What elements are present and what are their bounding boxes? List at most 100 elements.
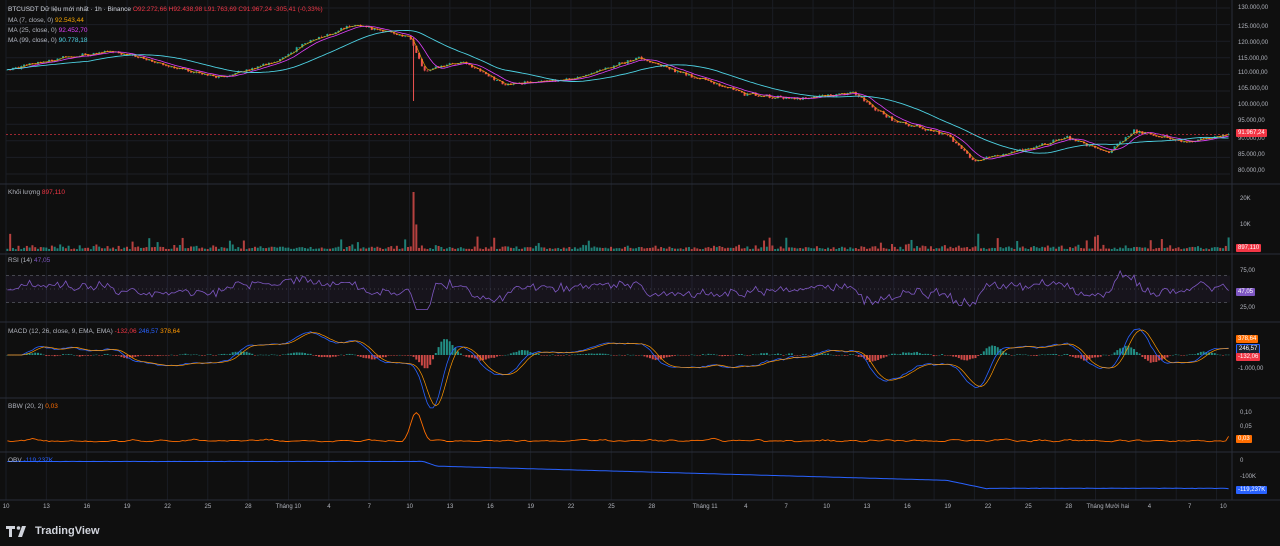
- macd-histogram-bar: [1010, 355, 1013, 356]
- volume-bar: [846, 249, 849, 251]
- volume-bar: [941, 246, 944, 251]
- macd-histogram-bar: [916, 351, 919, 355]
- volume-bar: [493, 237, 496, 251]
- volume-bar: [242, 240, 245, 251]
- macd-histogram-bar: [1188, 354, 1191, 355]
- volume-bar: [916, 246, 919, 251]
- macd-histogram-bar: [1222, 355, 1225, 356]
- volume-bar: [654, 245, 657, 251]
- macd-legend[interactable]: MACD (12, 26, close, 9, EMA, EMA) -132,0…: [8, 327, 180, 336]
- macd-histogram-bar: [445, 339, 448, 355]
- macd-hist-tag: -132,06: [1236, 353, 1261, 361]
- volume-bar: [512, 248, 515, 251]
- volume-bar: [504, 246, 507, 251]
- volume-bar: [640, 247, 643, 251]
- volume-bar: [1049, 247, 1052, 251]
- time-axis-label: 16: [903, 504, 911, 510]
- volume-bar: [938, 248, 941, 251]
- volume-bar: [860, 246, 863, 251]
- volume-bar: [87, 247, 90, 251]
- macd-histogram-bar: [1219, 354, 1222, 356]
- volume-bar: [167, 248, 170, 251]
- ma99-legend[interactable]: MA (99, close, 0) 90.778,18: [8, 36, 88, 45]
- macd-histogram-bar: [746, 355, 749, 356]
- macd-histogram-bar: [270, 354, 273, 355]
- macd-histogram-bar: [929, 354, 932, 355]
- volume-bar: [877, 248, 880, 251]
- volume-bar: [142, 247, 145, 251]
- volume-bar: [75, 249, 78, 251]
- macd-histogram-bar: [749, 355, 752, 356]
- macd-histogram-bar: [448, 341, 451, 355]
- volume-bar: [348, 246, 351, 251]
- time-axis-label: 22: [567, 504, 575, 510]
- candle-body: [721, 86, 724, 88]
- macd-histogram-bar: [971, 355, 974, 359]
- volume-bar: [95, 244, 98, 251]
- macd-histogram-bar: [763, 353, 766, 355]
- volume-bar: [342, 249, 345, 251]
- volume-bar: [17, 245, 20, 251]
- ma7-legend[interactable]: MA (7, close, 0) 92.543,44: [8, 16, 84, 25]
- volume-bar: [281, 246, 284, 251]
- macd-histogram-bar: [139, 355, 142, 356]
- volume-bar: [473, 246, 476, 251]
- macd-histogram-bar: [824, 353, 827, 355]
- volume-bar: [763, 240, 766, 251]
- time-axis-label: 19: [123, 504, 131, 510]
- ma25-legend[interactable]: MA (25, close, 0) 92.452,70: [8, 26, 88, 35]
- time-axis-label: 25: [1025, 504, 1032, 510]
- volume-bar: [815, 246, 818, 251]
- candle-body: [1088, 145, 1091, 147]
- macd-line-value: 246,57: [138, 328, 159, 335]
- rsi-legend[interactable]: RSI (14) 47,05: [8, 256, 50, 265]
- volume-bar: [1152, 249, 1155, 251]
- macd-histogram-bar: [67, 354, 70, 355]
- macd-histogram-bar: [189, 354, 192, 356]
- volume-bar: [801, 248, 804, 251]
- obv-legend[interactable]: OBV -119,237K: [8, 456, 53, 465]
- macd-histogram-bar: [484, 355, 487, 360]
- macd-histogram-bar: [596, 353, 599, 355]
- macd-histogram-bar: [1141, 355, 1144, 357]
- macd-histogram-bar: [835, 355, 838, 356]
- macd-histogram-bar: [801, 354, 804, 355]
- volume-bar: [1222, 248, 1225, 251]
- macd-histogram-bar: [354, 354, 357, 356]
- macd-histogram-bar: [256, 354, 259, 356]
- volume-bar: [665, 248, 668, 251]
- volume-bar: [1133, 247, 1136, 251]
- macd-histogram-bar: [968, 355, 971, 360]
- time-axis-label: 13: [43, 504, 50, 510]
- bbw-legend[interactable]: BBW (20, 2) 0,03: [8, 402, 58, 411]
- macd-hist-value: -132,06: [114, 328, 137, 335]
- volume-bar: [838, 247, 841, 251]
- macd-histogram-bar: [1052, 353, 1055, 355]
- macd-histogram-bar: [329, 355, 332, 358]
- macd-histogram-bar: [290, 353, 293, 355]
- change-value: -305,41 (-0,33%): [273, 6, 323, 13]
- volume-legend[interactable]: Khối lượng 897,110: [8, 188, 65, 197]
- macd-histogram-bar: [42, 354, 45, 356]
- macd-histogram-bar: [420, 355, 423, 366]
- tradingview-logo[interactable]: TradingView: [6, 525, 100, 537]
- macd-histogram-bar: [1080, 355, 1083, 359]
- macd-histogram-bar: [184, 353, 187, 355]
- volume-bar: [991, 247, 994, 251]
- volume-bar: [70, 249, 73, 251]
- chart-canvas[interactable]: [0, 0, 1280, 546]
- volume-bar: [126, 246, 129, 251]
- volume-bar: [78, 245, 81, 251]
- volume-bar: [89, 249, 92, 251]
- volume-bar: [946, 248, 949, 251]
- volume-bar: [1066, 248, 1069, 251]
- macd-histogram-bar: [579, 354, 582, 355]
- volume-bar: [20, 249, 23, 251]
- macd-histogram-bar: [546, 355, 549, 356]
- volume-bar: [1107, 248, 1110, 251]
- volume-bar: [573, 247, 576, 251]
- macd-histogram-bar: [712, 354, 715, 355]
- volume-bar: [117, 245, 120, 251]
- volume-bar: [960, 247, 963, 251]
- volume-bar: [771, 245, 774, 251]
